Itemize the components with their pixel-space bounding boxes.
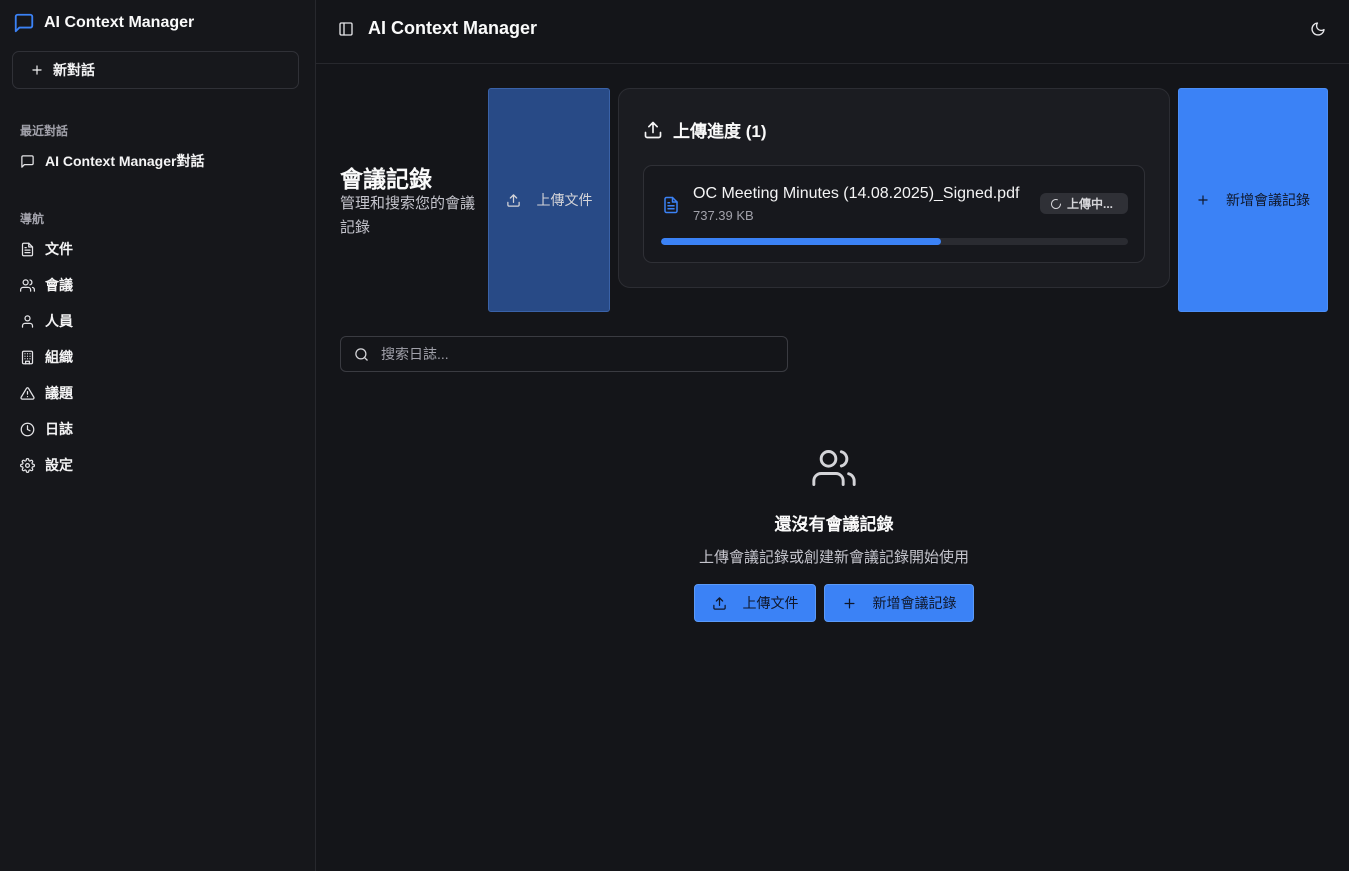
moon-icon[interactable]: [1310, 21, 1326, 37]
brand-title: AI Context Manager: [44, 14, 195, 31]
message-square-icon: [20, 154, 35, 169]
upload-file-item: OC Meeting Minutes (14.08.2025)_Signed.p…: [643, 165, 1145, 263]
add-button-label: 新增會議記錄: [1226, 192, 1310, 208]
sidebar-item-documents[interactable]: 文件: [20, 239, 73, 259]
upload-button-label: 上傳文件: [536, 192, 593, 208]
file-text-icon: [662, 195, 680, 215]
plus-icon: [1196, 193, 1210, 207]
sidebar-item-organizations[interactable]: 組織: [20, 347, 73, 367]
empty-state-subtitle: 上傳會議記錄或創建新會議記錄開始使用: [698, 549, 969, 566]
upload-progress-fill: [661, 238, 942, 245]
users-icon: [20, 278, 35, 293]
loader-icon: [1050, 198, 1062, 210]
sidebar: AI Context Manager 新對話 最近對話 AI Context M…: [0, 0, 316, 871]
sidebar-item-label: 會議: [45, 277, 73, 293]
sidebar-item-label: 文件: [45, 241, 73, 257]
message-square-icon: [13, 12, 35, 34]
file-name: OC Meeting Minutes (14.08.2025)_Signed.p…: [693, 185, 1020, 202]
sidebar-toggle-icon[interactable]: [338, 21, 354, 37]
new-chat-button[interactable]: 新對話: [12, 51, 299, 89]
status-badge: 上傳中...: [1040, 193, 1128, 214]
recent-section-label: 最近對話: [20, 124, 69, 138]
search-input[interactable]: [381, 337, 781, 371]
upload-icon: [506, 193, 521, 208]
building-icon: [20, 350, 35, 365]
upload-icon: [643, 120, 663, 140]
sidebar-item-label: 議題: [45, 385, 73, 401]
nav-section-label: 導航: [20, 212, 45, 226]
sidebar-item-label: 日誌: [45, 421, 73, 437]
sidebar-item-label: 人員: [45, 313, 73, 329]
users-icon: [810, 446, 858, 490]
empty-upload-label: 上傳文件: [742, 595, 799, 611]
upload-progress-title: 上傳進度 (1): [673, 122, 767, 141]
status-text: 上傳中...: [1067, 197, 1114, 211]
upload-progress-header: 上傳進度 (1): [643, 117, 767, 142]
empty-add-label: 新增會議記錄: [872, 595, 957, 611]
sidebar-item-label: 組織: [45, 349, 73, 365]
settings-icon: [20, 457, 35, 473]
clock-icon: [20, 422, 35, 437]
sidebar-item-meetings[interactable]: 會議: [20, 275, 73, 295]
file-size: 737.39 KB: [693, 208, 754, 223]
upload-progress-card: 上傳進度 (1) OC Meeting Minutes (14.08.2025)…: [618, 88, 1170, 288]
brand[interactable]: AI Context Manager: [13, 12, 194, 34]
empty-add-meeting-button[interactable]: 新增會議記錄: [824, 584, 974, 622]
plus-icon: [30, 63, 44, 77]
recent-chat-item[interactable]: AI Context Manager對話: [20, 151, 204, 171]
upload-icon: [712, 596, 727, 611]
upload-progress-bar: [661, 238, 1128, 245]
new-chat-label: 新對話: [53, 62, 95, 78]
top-header: AI Context Manager: [316, 0, 1349, 64]
file-text-icon: [20, 242, 35, 257]
empty-state-title: 還沒有會議記錄: [774, 515, 894, 534]
sidebar-item-people[interactable]: 人員: [20, 311, 73, 331]
add-meeting-button[interactable]: 新增會議記錄: [1178, 88, 1328, 312]
alert-triangle-icon: [20, 386, 35, 401]
sidebar-item-settings[interactable]: 設定: [20, 455, 73, 475]
header-title: AI Context Manager: [368, 18, 538, 38]
recent-chat-label: AI Context Manager對話: [45, 153, 205, 169]
plus-icon: [842, 596, 857, 611]
page-title: 會議記錄: [340, 166, 432, 192]
search-box: [340, 336, 788, 372]
sidebar-item-issues[interactable]: 議題: [20, 383, 73, 403]
sidebar-item-label: 設定: [45, 457, 73, 473]
page-subtitle: 管理和搜索您的會議記錄: [340, 195, 476, 236]
sidebar-item-logs[interactable]: 日誌: [20, 419, 73, 439]
user-icon: [20, 314, 35, 329]
upload-document-button[interactable]: 上傳文件: [488, 88, 610, 312]
search-icon: [354, 347, 369, 362]
empty-upload-button[interactable]: 上傳文件: [694, 584, 816, 622]
